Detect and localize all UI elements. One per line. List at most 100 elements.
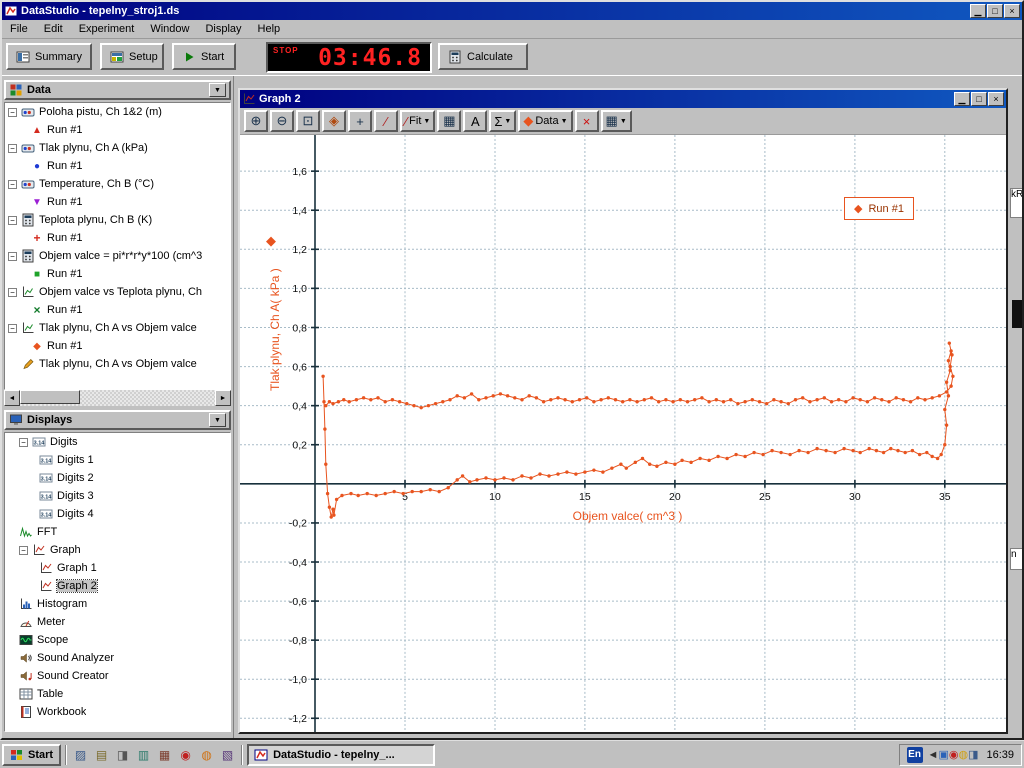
language-indicator[interactable]: En — [907, 747, 923, 763]
calculate-button[interactable]: Calculate — [438, 43, 528, 70]
collapse-expander-icon[interactable]: − — [8, 144, 17, 153]
fit-menu-button[interactable]: ∕Fit▼ — [400, 110, 435, 132]
slope-tool-button[interactable]: ∕ — [374, 110, 398, 132]
data-source-item[interactable]: −Tlak plynu, Ch A (kPa) — [5, 139, 230, 157]
taskbar-button-datastudio[interactable]: DataStudio - tepelny_... — [247, 744, 435, 766]
statistics-button[interactable]: Σ▼ — [489, 110, 516, 132]
collapse-expander-icon[interactable]: − — [19, 546, 28, 555]
chart-legend[interactable]: ◆ Run #1 — [844, 197, 914, 220]
quick-launch-2-icon[interactable]: ▤ — [92, 745, 111, 764]
network-icon[interactable]: ◨ — [968, 749, 978, 761]
display-item-digits-1[interactable]: 3.14Digits 1 — [5, 451, 230, 469]
antivirus-icon[interactable]: ◉ — [949, 749, 959, 761]
collapse-expander-icon[interactable]: − — [8, 288, 17, 297]
data-run-item[interactable]: ■Run #1 — [5, 265, 230, 283]
x-axis-label[interactable]: Objem valce( cm^3 ) — [540, 509, 715, 523]
start-experiment-button[interactable]: Start — [172, 43, 236, 70]
setup-button[interactable]: Setup — [100, 43, 164, 70]
display-item-digits-2[interactable]: 3.14Digits 2 — [5, 469, 230, 487]
menu-file[interactable]: File — [2, 21, 36, 37]
display-item-graph-2[interactable]: Graph 2 — [5, 577, 230, 595]
quick-launch-1-icon[interactable]: ▨ — [71, 745, 90, 764]
collapse-expander-icon[interactable]: − — [19, 438, 28, 447]
display-item-graph[interactable]: −Graph — [5, 541, 230, 559]
display-item-fft[interactable]: FFT — [5, 523, 230, 541]
collapse-expander-icon[interactable]: − — [8, 216, 17, 225]
display-item-scope[interactable]: Scope — [5, 631, 230, 649]
display-item-digits-4[interactable]: 3.14Digits 4 — [5, 505, 230, 523]
displays-panel-header[interactable]: Displays ▼ — [4, 410, 231, 430]
data-run-item[interactable]: ◆Run #1 — [5, 337, 230, 355]
close-button[interactable]: × — [1004, 4, 1020, 18]
menu-display[interactable]: Display — [197, 21, 249, 37]
menu-help[interactable]: Help — [250, 21, 289, 37]
data-source-item[interactable]: −Objem valce = pi*r*r*y*100 (cm^3 — [5, 247, 230, 265]
scale-to-fit-button[interactable]: ◈ — [322, 110, 346, 132]
app-title-bar[interactable]: DataStudio - tepelny_stroj1.ds ▁ □ × — [2, 2, 1022, 20]
data-run-item[interactable]: ▼Run #1 — [5, 193, 230, 211]
smart-tool-button[interactable]: + — [348, 110, 372, 132]
maximize-button[interactable]: □ — [987, 4, 1003, 18]
display-item-sound-creator[interactable]: Sound Creator — [5, 667, 230, 685]
remove-button[interactable]: × — [575, 110, 599, 132]
settings-button[interactable]: ▦▼ — [601, 110, 632, 132]
text-note-button[interactable]: A — [463, 110, 487, 132]
data-source-item[interactable]: −Poloha pistu, Ch 1&2 (m) — [5, 103, 230, 121]
display-item-histogram[interactable]: Histogram — [5, 595, 230, 613]
y-axis-label[interactable]: Tlak plynu, Ch A( kPa ) — [268, 175, 282, 485]
data-source-item[interactable]: −Teplota plynu, Ch B (K) — [5, 211, 230, 229]
display-item-workbook[interactable]: Workbook — [5, 703, 230, 721]
data-run-item[interactable]: ●Run #1 — [5, 157, 230, 175]
graph-window-title-bar[interactable]: Graph 2 ▁ □ × — [240, 90, 1006, 108]
displays-panel-menu-button[interactable]: ▼ — [209, 413, 226, 427]
data-run-item[interactable]: ▲Run #1 — [5, 121, 230, 139]
collapse-expander-icon[interactable]: − — [8, 324, 17, 333]
calculator-tool-button[interactable]: ▦ — [437, 110, 461, 132]
data-source-item[interactable]: −Tlak plynu, Ch A vs Objem valce — [5, 319, 230, 337]
quick-launch-7-icon[interactable]: ◍ — [197, 745, 216, 764]
scrollbar-track[interactable] — [20, 390, 215, 406]
data-source-item[interactable]: −Temperature, Ch B (°C) — [5, 175, 230, 193]
data-source-item[interactable]: −Objem valce vs Teplota plynu, Ch — [5, 283, 230, 301]
data-source-item[interactable]: Tlak plynu, Ch A vs Objem valce — [5, 355, 230, 373]
zoom-in-button[interactable]: ⊕ — [244, 110, 268, 132]
y-axis-run-marker-icon[interactable]: ◆ — [266, 233, 276, 249]
scroll-left-button[interactable]: ◄ — [4, 390, 20, 406]
graph-maximize-button[interactable]: □ — [971, 92, 987, 106]
display-item-graph-1[interactable]: Graph 1 — [5, 559, 230, 577]
data-menu-button[interactable]: ◆Data▼ — [518, 110, 572, 132]
menu-experiment[interactable]: Experiment — [71, 21, 143, 37]
scrollbar-thumb[interactable] — [20, 390, 80, 404]
minimize-button[interactable]: ▁ — [970, 4, 986, 18]
data-run-item[interactable]: ×Run #1 — [5, 301, 230, 319]
collapse-expander-icon[interactable]: − — [8, 252, 17, 261]
summary-button[interactable]: Summary — [6, 43, 92, 70]
zoom-out-button[interactable]: ⊖ — [270, 110, 294, 132]
display-item-sound-analyzer[interactable]: Sound Analyzer — [5, 649, 230, 667]
quick-launch-5-icon[interactable]: ▦ — [155, 745, 174, 764]
menu-edit[interactable]: Edit — [36, 21, 71, 37]
collapse-expander-icon[interactable]: − — [8, 108, 17, 117]
data-run-item[interactable]: +Run #1 — [5, 229, 230, 247]
graph-minimize-button[interactable]: ▁ — [954, 92, 970, 106]
data-panel-menu-button[interactable]: ▼ — [209, 83, 226, 97]
display-item-digits-3[interactable]: 3.14Digits 3 — [5, 487, 230, 505]
display-item-digits[interactable]: −3.14Digits — [5, 433, 230, 451]
quick-launch-3-icon[interactable]: ◨ — [113, 745, 132, 764]
display-settings-icon[interactable]: ▣ — [938, 749, 948, 761]
quick-launch-4-icon[interactable]: ▥ — [134, 745, 153, 764]
quick-launch-6-icon[interactable]: ◉ — [176, 745, 195, 764]
zoom-select-button[interactable]: ⊡ — [296, 110, 320, 132]
display-item-table[interactable]: Table — [5, 685, 230, 703]
data-panel-header[interactable]: Data ▼ — [4, 80, 231, 100]
display-item-meter[interactable]: Meter — [5, 613, 230, 631]
graph-close-button[interactable]: × — [988, 92, 1004, 106]
scroll-right-button[interactable]: ► — [215, 390, 231, 406]
scheduler-icon[interactable]: ◍ — [958, 749, 968, 761]
quick-launch-8-icon[interactable]: ▧ — [218, 745, 237, 764]
volume-icon[interactable]: ◄ — [928, 749, 939, 761]
menu-window[interactable]: Window — [142, 21, 197, 37]
chart-canvas[interactable]: 1,61,41,21,00,80,60,40,2-0,2-0,4-0,6-0,8… — [240, 135, 1006, 732]
collapse-expander-icon[interactable]: − — [8, 180, 17, 189]
start-button[interactable]: Start — [2, 744, 61, 766]
